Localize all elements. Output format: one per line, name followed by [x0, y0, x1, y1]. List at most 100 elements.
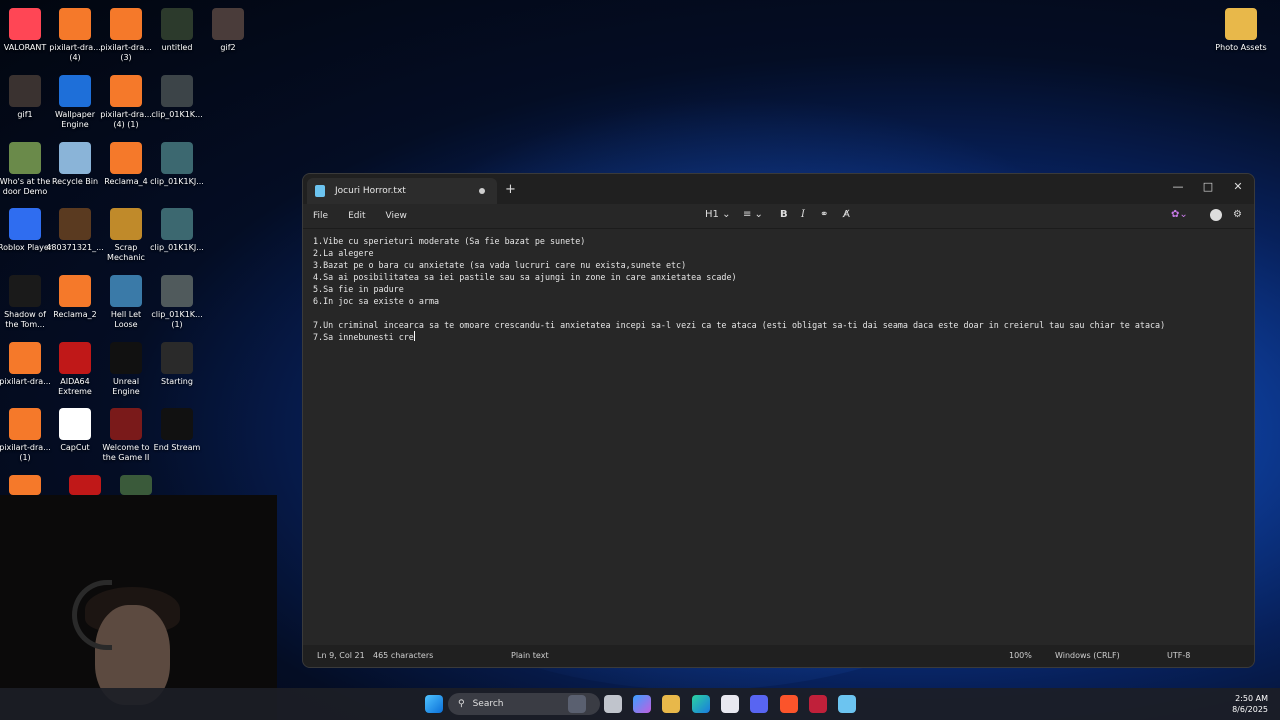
desktop-icon-partial[interactable] [0, 475, 50, 495]
text-line: 3.Bazat pe o bara cu anxietate (sa vada … [313, 260, 687, 270]
desktop-icon[interactable]: clip_01K1K... [151, 75, 203, 120]
desktop-icon[interactable]: Reclama_2 [50, 275, 100, 320]
text-editor[interactable]: 1.Vibe cu sperieturi moderate (Sa fie ba… [303, 228, 1254, 645]
desktop-icon[interactable]: Recycle Bin [50, 142, 100, 187]
app-icon [120, 475, 152, 495]
game-icon [110, 275, 142, 307]
desktop-icon-label: pixilart-dra... (4) [49, 43, 101, 62]
desktop-icon[interactable]: clip_01K1KJ... [150, 208, 204, 253]
desktop-icon-label: Reclama_2 [53, 310, 97, 319]
video-thumb-icon [161, 342, 193, 374]
link-icon[interactable]: ⚭ [820, 209, 828, 220]
desktop-icon[interactable]: Welcome to the Game II [101, 408, 151, 463]
video-thumb-icon [161, 208, 193, 240]
blender-icon [59, 8, 91, 40]
desktop-icon[interactable]: Hell Let Loose [101, 275, 151, 330]
menu-edit[interactable]: Edit [348, 211, 365, 221]
desktop-icon[interactable]: clip_01K1K... (1) [151, 275, 203, 330]
desktop-icon[interactable]: CapCut [50, 408, 100, 453]
desktop-icon[interactable]: pixilart-dra... (4) (1) [100, 75, 152, 130]
unsaved-dot-icon[interactable] [479, 188, 485, 194]
desktop-icon[interactable]: Reclama_4 [101, 142, 151, 187]
desktop-icon-label: Unreal Engine [112, 377, 140, 396]
desktop-icon[interactable]: pixilart-dra... [0, 342, 51, 387]
clear-formatting-icon[interactable]: A̸ [843, 209, 850, 220]
desktop-icon-label: CapCut [60, 443, 90, 452]
status-zoom[interactable]: 100% [1009, 651, 1032, 660]
italic-icon[interactable]: I [801, 209, 805, 220]
edge-icon[interactable] [692, 695, 710, 713]
notepad-menubar: File Edit View H1 ⌄ ≡ ⌄ B I ⚭ A̸ ✿⌄ ⚙ [303, 204, 1254, 228]
desktop-icon[interactable]: Roblox Player [0, 208, 52, 253]
desktop-icon[interactable]: pixilart-dra... (3) [100, 8, 152, 63]
brave-icon[interactable] [780, 695, 798, 713]
copilot-icon[interactable]: ✿⌄ [1171, 209, 1188, 220]
heading-dropdown[interactable]: H1 ⌄ [705, 209, 730, 220]
desktop-icon[interactable]: pixilart-dra... (1) [0, 408, 51, 463]
blender-icon [110, 8, 142, 40]
settings-gear-icon[interactable]: ⚙ [1233, 209, 1242, 220]
desktop-icon-partial[interactable] [111, 475, 161, 495]
video-thumb-icon [161, 142, 193, 174]
desktop-icon[interactable]: Wallpaper Engine [50, 75, 100, 130]
system-clock[interactable]: 2:50 AM 8/6/2025 [1232, 693, 1268, 715]
desktop-icon[interactable]: gif1 [0, 75, 50, 120]
desktop-icon-label: pixilart-dra... (3) [100, 43, 152, 62]
new-tab-icon[interactable]: + [505, 182, 516, 197]
desktop-icon[interactable]: Scrap Mechanic [101, 208, 151, 263]
tab-title: Jocuri Horror.txt [335, 186, 406, 196]
desktop-icon[interactable]: untitled [152, 8, 202, 53]
file-explorer-icon[interactable] [662, 695, 680, 713]
text-line: 7.Un criminal incearca sa te omoare cres… [313, 320, 1166, 330]
status-bar: Ln 9, Col 21 465 characters Plain text 1… [303, 645, 1254, 667]
desktop-icon[interactable]: Starting [152, 342, 202, 387]
desktop-icon-label: untitled [161, 43, 193, 52]
desktop-icon[interactable]: Shadow of the Tom... [0, 275, 50, 330]
desktop-icon[interactable]: pixilart-dra... (4) [49, 8, 101, 63]
blender-icon [59, 275, 91, 307]
desktop-icon-label: Reclama_4 [104, 177, 148, 186]
notepad-window[interactable]: Jocuri Horror.txt + — □ ✕ File Edit View… [302, 173, 1255, 668]
video-thumb-icon [161, 8, 193, 40]
minimize-icon[interactable]: — [1163, 176, 1193, 196]
copilot-taskbar-icon[interactable] [633, 695, 651, 713]
menu-view[interactable]: View [386, 211, 407, 221]
folder-icon [1225, 8, 1257, 40]
account-avatar[interactable] [1210, 209, 1222, 221]
app-icon[interactable] [809, 695, 827, 713]
start-windows-icon[interactable] [425, 695, 443, 713]
desktop-icon-label: Hell Let Loose [110, 310, 142, 329]
desktop-icon[interactable]: AIDA64 Extreme [50, 342, 100, 397]
blender-icon [9, 408, 41, 440]
widgets-icon[interactable] [568, 695, 586, 713]
bold-icon[interactable]: B [780, 209, 788, 220]
menu-file[interactable]: File [313, 211, 328, 221]
desktop-icon[interactable]: VALORANT [0, 8, 50, 53]
video-thumb-icon [161, 408, 193, 440]
discord-icon[interactable] [750, 695, 768, 713]
list-dropdown-icon[interactable]: ≡ ⌄ [743, 209, 763, 220]
desktop-icon-partial[interactable] [60, 475, 110, 495]
desktop-icon[interactable]: Photo Assets [1215, 8, 1267, 53]
text-line: 6.In joc sa existe o arma [313, 296, 440, 306]
text-line: 2.La alegere [313, 248, 374, 258]
maximize-icon[interactable]: □ [1193, 176, 1223, 196]
desktop-icon[interactable]: gif2 [203, 8, 253, 53]
clock-time: 2:50 AM [1235, 694, 1268, 703]
wallpaper-engine-icon [59, 75, 91, 107]
notepad-taskbar-icon[interactable] [838, 695, 856, 713]
desktop-icon-label: clip_01K1K... (1) [151, 310, 203, 329]
game-icon [9, 142, 41, 174]
desktop-icon[interactable]: Unreal Engine [101, 342, 151, 397]
task-view-icon[interactable] [604, 695, 622, 713]
desktop-icon[interactable]: End Stream [152, 408, 202, 453]
tab-jocuri-horror[interactable]: Jocuri Horror.txt [307, 178, 497, 204]
notepad-titlebar[interactable]: Jocuri Horror.txt + — □ ✕ [303, 174, 1254, 204]
desktop-icon[interactable]: Who's at the door Demo [0, 142, 50, 197]
store-icon[interactable] [721, 695, 739, 713]
desktop-icon[interactable]: clip_01K1KJ... [150, 142, 204, 187]
clock-date: 8/6/2025 [1232, 705, 1268, 714]
webcam-overlay [0, 495, 277, 720]
close-icon[interactable]: ✕ [1223, 176, 1253, 196]
desktop-icon[interactable]: 480371321_... [46, 208, 104, 253]
